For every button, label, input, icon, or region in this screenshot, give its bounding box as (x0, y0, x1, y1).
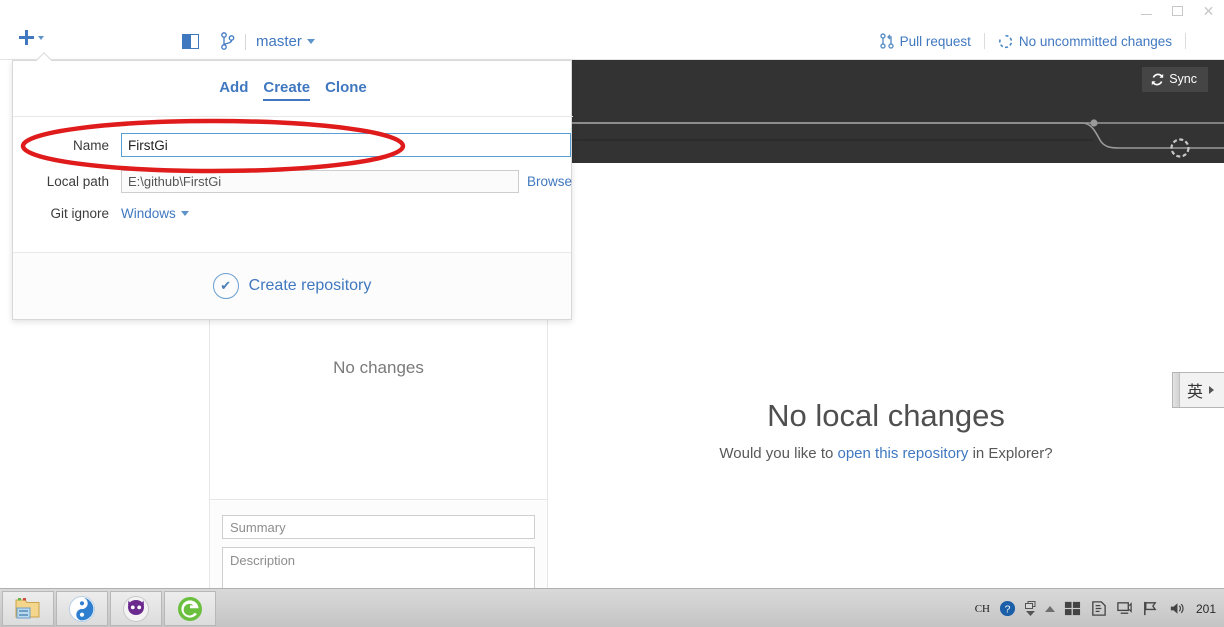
tab-clone[interactable]: Clone (325, 79, 367, 101)
git-ignore-select[interactable]: Windows (121, 206, 189, 221)
ime-mode-label: 英 (1187, 384, 1204, 401)
flag-icon[interactable] (1142, 600, 1159, 617)
sidebar-toggle-icon (183, 35, 191, 48)
uncommitted-changes-status[interactable]: No uncommitted changes (985, 34, 1185, 49)
git-ignore-label: Git ignore (50, 206, 109, 221)
github-desktop-window: ✕ master Pull request No uncommitted cha… (0, 0, 1224, 627)
ime-toolbar-toggle[interactable] (1025, 601, 1036, 616)
help-icon[interactable]: ? (999, 600, 1016, 617)
minimize-button[interactable] (1131, 0, 1162, 22)
popup-tail (35, 52, 53, 61)
create-repository-label: Create repository (248, 277, 372, 294)
sync-circle-icon (998, 34, 1013, 48)
network-icon[interactable] (1116, 600, 1133, 617)
ime-language-indicator[interactable]: CH (975, 603, 990, 615)
show-hidden-icons-button[interactable] (1045, 605, 1055, 612)
chevron-down-icon (180, 211, 189, 216)
check-icon: ✔ (212, 273, 239, 299)
local-path-label: Local path (46, 174, 109, 189)
prompt-prefix: Would you like to (719, 445, 838, 462)
chevron-down-icon (38, 35, 44, 40)
tab-create[interactable]: Create (263, 79, 311, 101)
action-center-icon[interactable] (1090, 600, 1107, 617)
sync-button[interactable]: Sync (1142, 67, 1208, 92)
minimize-icon (1141, 13, 1152, 15)
taskbar-item-github-desktop[interactable] (110, 591, 162, 626)
pull-request-button[interactable]: Pull request (867, 33, 984, 49)
create-repository-form: Name Local path Browse Git ignore Window… (13, 133, 573, 234)
git-ignore-row: Git ignore Windows (13, 206, 573, 221)
add-repository-button[interactable] (19, 30, 44, 45)
pull-request-label: Pull request (899, 33, 971, 49)
close-button[interactable]: ✕ (1193, 0, 1224, 22)
window-controls: ✕ (1131, 0, 1224, 22)
file-explorer-icon (15, 598, 40, 619)
sogou-browser-icon (69, 595, 95, 622)
add-repository-popup: Add Create Clone Name Local path Browse … (12, 60, 573, 320)
ime-floating-bar[interactable]: 英 (1172, 372, 1224, 408)
commit-form (210, 501, 547, 591)
name-input[interactable] (121, 133, 571, 157)
restore-icon (1025, 601, 1036, 609)
local-path-input[interactable] (121, 170, 519, 193)
chevron-down-icon (306, 39, 315, 44)
toolbar-divider (245, 34, 246, 50)
popup-header-divider (13, 116, 573, 117)
toolbar-right-group: Pull request No uncommitted changes (867, 22, 1210, 60)
summary-input[interactable] (222, 515, 535, 539)
360-browser-icon (178, 596, 202, 621)
svg-text:?: ? (1005, 604, 1011, 615)
commit-history-graph: Sync (548, 60, 1224, 163)
taskbar-app-buttons (2, 591, 216, 626)
description-input[interactable] (222, 547, 535, 591)
popup-tabs: Add Create Clone (13, 79, 573, 101)
chevron-right-icon (1209, 386, 1215, 394)
browse-button[interactable]: Browse (527, 174, 572, 189)
repository-empty-state: No local changes Would you like to open … (548, 163, 1224, 588)
branch-icon (221, 32, 235, 50)
github-desktop-icon (123, 595, 149, 622)
ime-drag-handle[interactable] (1173, 373, 1180, 407)
taskbar-item-file-explorer[interactable] (2, 591, 54, 626)
close-icon: ✕ (1202, 3, 1215, 19)
pull-request-icon (879, 33, 894, 49)
plus-icon (19, 30, 34, 45)
system-tray: CH ? 201 (975, 589, 1220, 627)
taskbar-item-sogou-browser[interactable] (56, 591, 108, 626)
local-path-row: Local path Browse (13, 170, 573, 193)
maximize-icon (1172, 6, 1183, 16)
git-ignore-value: Windows (121, 206, 176, 221)
gear-icon[interactable] (1186, 33, 1210, 50)
main-toolbar: master Pull request No uncommitted chang… (0, 22, 1224, 60)
branch-name-label: master (256, 33, 302, 50)
chevron-down-icon (1026, 611, 1035, 616)
create-repository-button[interactable]: ✔ Create repository (212, 273, 372, 299)
open-in-explorer-prompt: Would you like to open this repository i… (548, 445, 1224, 462)
sidebar-toggle-button[interactable] (182, 34, 199, 49)
volume-icon[interactable] (1168, 600, 1185, 617)
sync-label: Sync (1169, 72, 1197, 86)
branch-graph (548, 119, 1224, 158)
name-label: Name (72, 137, 109, 153)
windows-icon[interactable] (1064, 600, 1081, 617)
uncommitted-changes-label: No uncommitted changes (1018, 33, 1172, 49)
maximize-button[interactable] (1162, 0, 1193, 22)
popup-footer: ✔ Create repository (13, 252, 571, 319)
taskbar-item-360-browser[interactable] (164, 591, 216, 626)
no-local-changes-title: No local changes (767, 398, 1005, 433)
title-bar: ✕ (0, 0, 1224, 22)
name-row: Name (13, 133, 573, 157)
no-changes-label: No changes (333, 358, 424, 377)
prompt-suffix: in Explorer? (968, 445, 1053, 462)
sync-icon (1152, 73, 1164, 85)
tab-add[interactable]: Add (219, 79, 248, 101)
open-repository-link[interactable]: open this repository (838, 445, 969, 462)
windows-taskbar: CH ? 201 (0, 588, 1224, 627)
clock[interactable]: 201 (1196, 602, 1218, 616)
branch-selector[interactable]: master (256, 33, 315, 50)
